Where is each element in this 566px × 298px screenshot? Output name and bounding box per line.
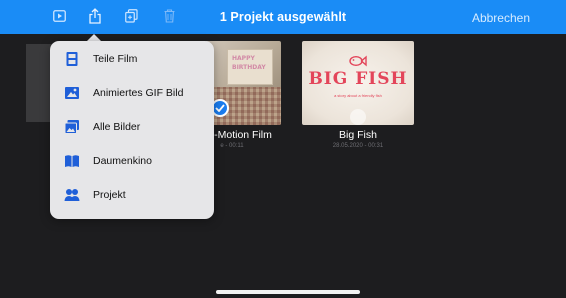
project-meta: 28.05.2020 - 00:31 [332,143,384,149]
photos-icon [64,120,79,134]
menu-item-share-film[interactable]: Teile Film [50,44,214,74]
people-icon [64,189,80,201]
thumbnail-text: HAPPY [232,55,255,62]
menu-item-all-images[interactable]: Alle Bilder [50,112,214,142]
thumbnail-title: BIG FISH [308,69,408,89]
project-title: -Motion Film [214,129,272,141]
menu-item-label: Daumenkino [93,155,152,167]
menu-item-label: Teile Film [93,53,138,65]
book-icon [65,155,79,167]
share-menu: Teile Film Animiertes GIF Bild Alle Bild… [50,41,214,219]
menu-item-flipbook[interactable]: Daumenkino [50,146,214,176]
project-thumbnail[interactable]: BIG FISH a story about a friendly fish [302,41,414,125]
thumbnail-card: HAPPY BIRTHDAY [227,49,273,85]
menu-item-label: Alle Bilder [93,121,141,133]
image-icon [65,87,79,99]
fish-icon [349,55,367,67]
screen: 1 Projekt ausgewählt Abbrechen HAPPY BIR… [0,0,566,298]
film-icon [66,52,78,66]
menu-item-label: Projekt [93,189,126,201]
play-circle-icon [350,109,366,125]
menu-item-label: Animiertes GIF Bild [93,87,184,99]
thumbnail-text: BIRTHDAY [232,64,266,71]
project-title: Big Fish [339,129,377,141]
top-bar: 1 Projekt ausgewählt Abbrechen [0,0,566,34]
home-indicator[interactable] [216,290,360,294]
menu-item-project[interactable]: Projekt [50,180,214,210]
menu-item-animated-gif[interactable]: Animiertes GIF Bild [50,78,214,108]
cancel-button[interactable]: Abbrechen [472,11,530,25]
thumbnail-subtitle: a story about a friendly fish [334,93,382,98]
